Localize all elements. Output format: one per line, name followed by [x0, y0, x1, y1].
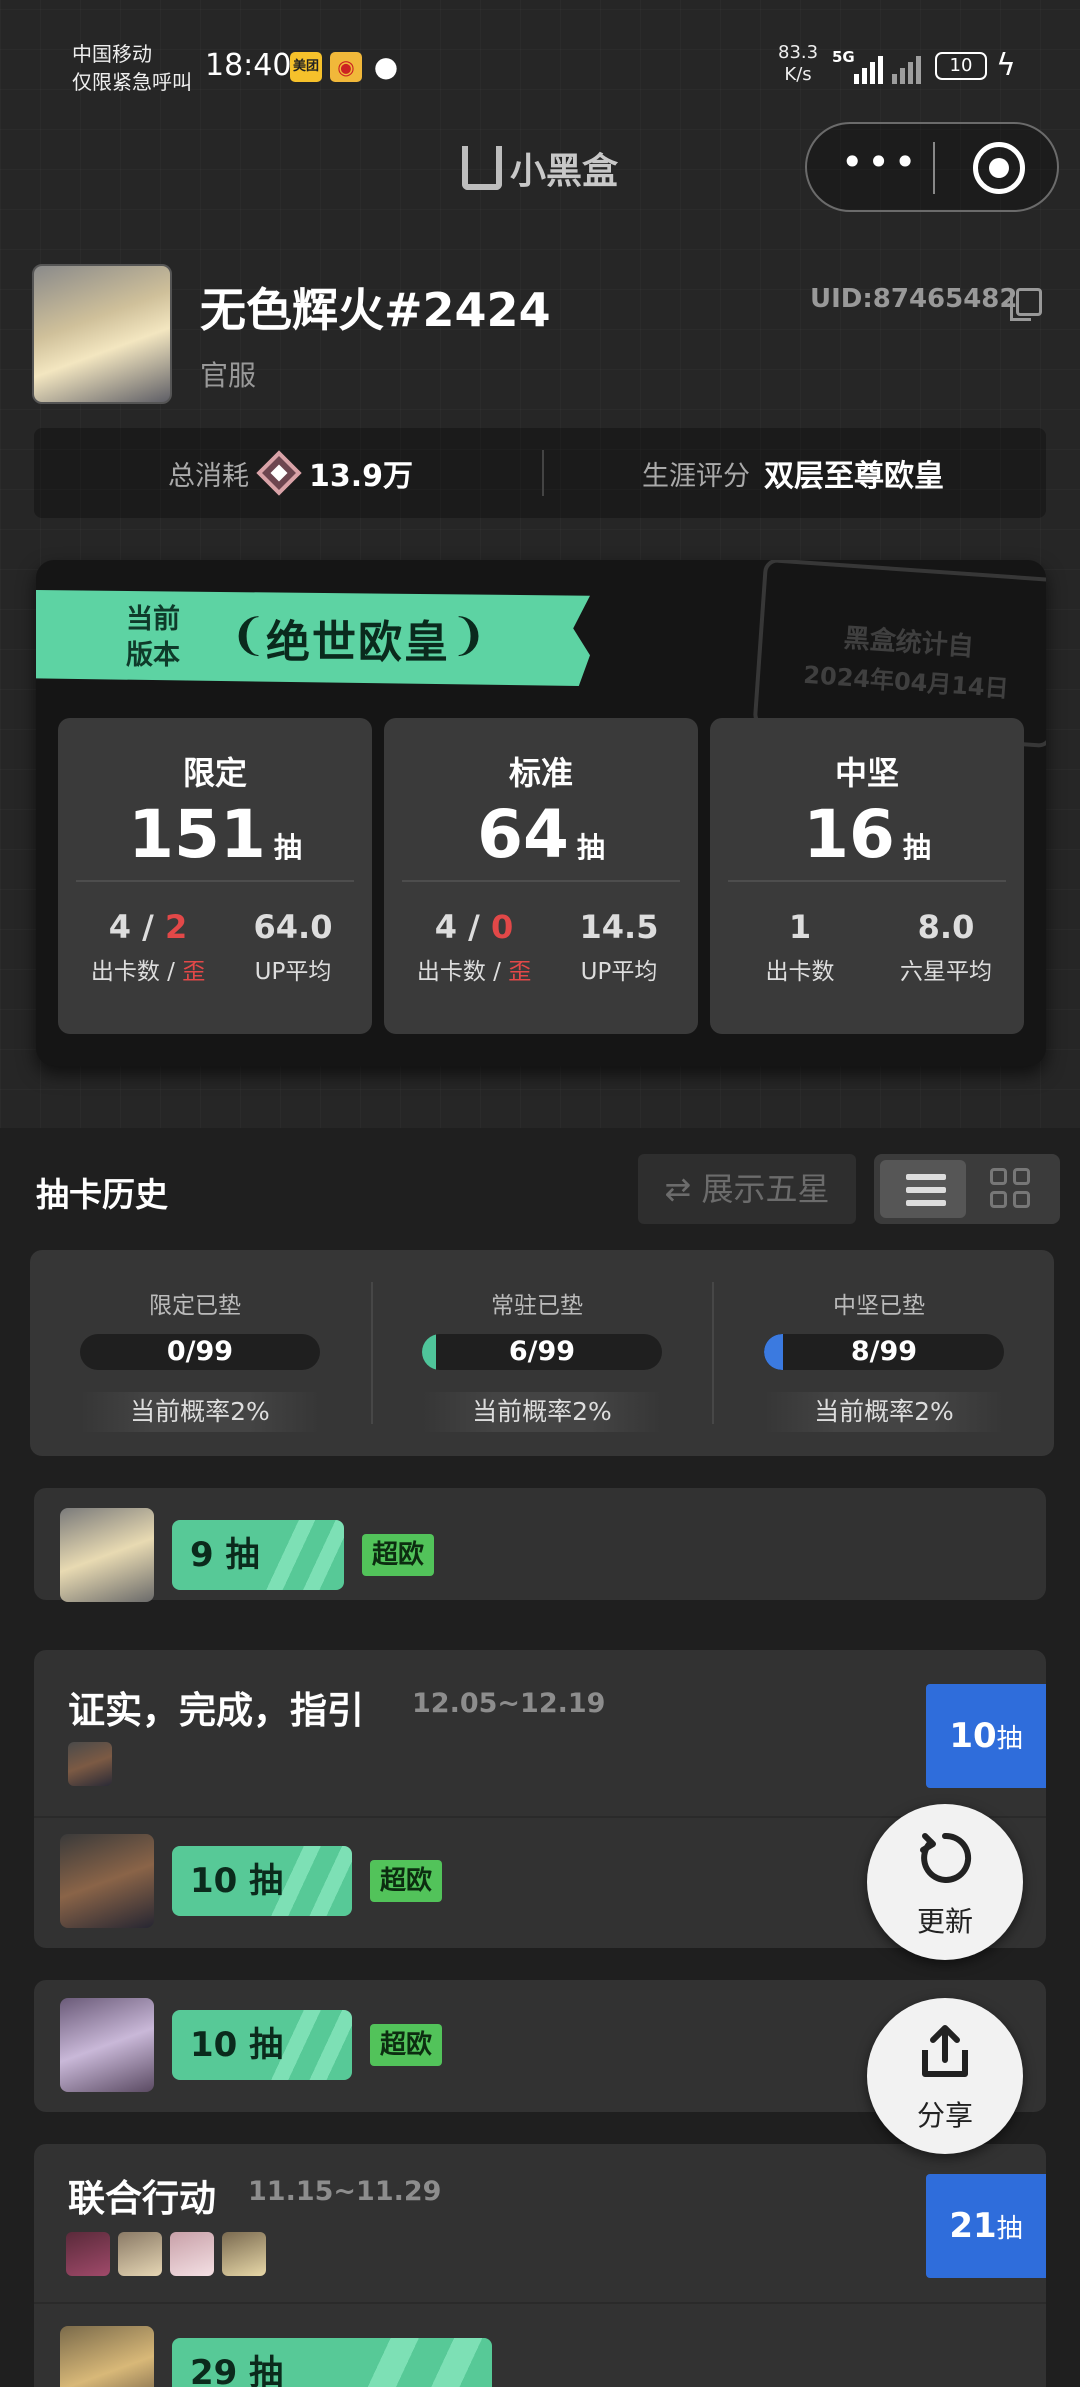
banner-title: 联合行动 — [68, 2177, 216, 2220]
charging-icon: ϟ — [996, 48, 1016, 83]
banner-card[interactable]: 联合行动 11.15~11.29 21抽 29 抽 — [34, 2144, 1046, 2387]
pity-counter-card: 限定已垫 0/99 当前概率2% 常驻已垫 6/99 当前概率2% 中坚已垫 8… — [30, 1250, 1054, 1456]
view-mode-switch — [874, 1154, 1060, 1224]
operator-mini-avatar — [170, 2232, 214, 2276]
refresh-button[interactable]: 更新 — [867, 1804, 1023, 1960]
operator-mini-avatar — [66, 2232, 110, 2276]
carrier-name: 中国移动 — [72, 42, 152, 66]
operator-mini-avatar — [222, 2232, 266, 2276]
weibo-icon: ◉ — [330, 52, 362, 82]
operator-avatar — [60, 1508, 154, 1602]
current-version-label: 当前 版本 — [126, 604, 180, 671]
more-button[interactable]: ••• — [841, 142, 920, 182]
pity-core: 中坚已垫 8/99 当前概率2% — [714, 1250, 1044, 1456]
pity-standard: 常驻已垫 6/99 当前概率2% — [372, 1250, 702, 1456]
pull-count-pill: 9 抽 — [172, 1520, 344, 1590]
lucky-tag: 超欧 — [362, 1534, 435, 1576]
lucky-tag: 超欧 — [370, 1860, 443, 1902]
orundum-icon — [256, 450, 302, 496]
pool-standard: 标准 64 抽 4 / 0 出卡数 / 歪 14.5 UP平均 — [384, 718, 698, 1034]
rating-title: 绝世欧皇 — [266, 617, 450, 668]
pool-limited: 限定 151 抽 4 / 2 出卡数 / 歪 64.0 UP平均 — [58, 718, 372, 1034]
operator-mini-avatar — [118, 2232, 162, 2276]
list-icon — [906, 1174, 946, 1206]
list-item[interactable]: 9 抽 超欧 — [34, 1488, 1046, 1602]
banner-pull-count: 21抽 — [926, 2174, 1046, 2278]
meituan-icon: 美团 — [290, 52, 322, 82]
app-logo: 小黑盒 — [462, 142, 618, 194]
show-five-star-toggle[interactable]: ⇄ 展示五星 — [638, 1154, 856, 1224]
status-bar: 中国移动 仅限紧急呼叫 18:40 美团 ◉ ● 83.3 K/s 5G 10 … — [0, 0, 1080, 120]
heybox-logo-icon — [462, 146, 502, 190]
refresh-icon — [920, 1832, 972, 1883]
list-view-button[interactable] — [880, 1160, 966, 1218]
banner-title: 证实，完成，指引 — [68, 1689, 364, 1732]
operator-avatar — [60, 2326, 154, 2387]
banner-date: 11.15~11.29 — [248, 2176, 442, 2207]
signal-icon — [854, 50, 883, 84]
username: 无色辉火#2424 — [200, 283, 551, 337]
network-type: 5G — [832, 48, 855, 66]
share-icon — [922, 2025, 968, 2077]
pull-count-pill: 29 抽 — [172, 2338, 492, 2387]
server-label: 官服 — [200, 359, 257, 392]
share-button[interactable]: 分享 — [867, 1998, 1023, 2154]
pool-core: 中坚 16 抽 1 出卡数 8.0 六星平均 — [710, 718, 1024, 1034]
network-speed: 83.3 K/s — [778, 42, 819, 85]
clock: 18:40 — [205, 48, 292, 83]
pity-limited: 限定已垫 0/99 当前概率2% — [30, 1250, 360, 1456]
pull-count-pill: 10 抽 — [172, 1846, 352, 1916]
banner-pull-count: 10抽 — [926, 1684, 1046, 1788]
grid-view-button[interactable] — [990, 1168, 1030, 1208]
lucky-tag: 超欧 — [370, 2024, 443, 2066]
uid-label: UID:87465482 — [810, 284, 1018, 314]
carrier-status: 仅限紧急呼叫 — [72, 70, 192, 94]
app-name: 小黑盒 — [510, 151, 619, 192]
pull-count-pill: 10 抽 — [172, 2010, 352, 2080]
summary-bar: 总消耗 13.9万 生涯评分 双层至尊欧皇 — [34, 428, 1046, 518]
laurel-right-icon: ❩ — [450, 610, 487, 661]
operator-avatar — [60, 1998, 154, 2092]
miniprogram-capsule: ••• — [805, 122, 1059, 212]
total-consumption: 总消耗 13.9万 — [168, 428, 413, 518]
rating-ribbon: 当前 版本 ❨ 绝世欧皇 ❩ — [36, 590, 590, 686]
operator-avatar — [60, 1834, 154, 1928]
carrier-info: 中国移动 仅限紧急呼叫 — [72, 40, 192, 96]
version-stats-card: 黑盒统计自 2024年04月14日 当前 版本 ❨ 绝世欧皇 ❩ 限定 151 抽… — [36, 560, 1046, 1066]
laurel-left-icon: ❨ — [230, 610, 267, 661]
operator-mini-avatar — [68, 1742, 112, 1786]
signal-2-icon — [892, 50, 921, 84]
avatar[interactable] — [32, 264, 172, 404]
career-score: 生涯评分 双层至尊欧皇 — [642, 459, 944, 494]
banner-date: 12.05~12.19 — [412, 1688, 606, 1719]
copy-icon[interactable] — [1010, 288, 1042, 321]
battery-icon: 10 — [935, 52, 987, 80]
chat-bubble-icon: ● — [373, 50, 399, 83]
history-title: 抽卡历史 — [36, 1175, 168, 1214]
close-miniprogram-button[interactable] — [973, 142, 1025, 194]
